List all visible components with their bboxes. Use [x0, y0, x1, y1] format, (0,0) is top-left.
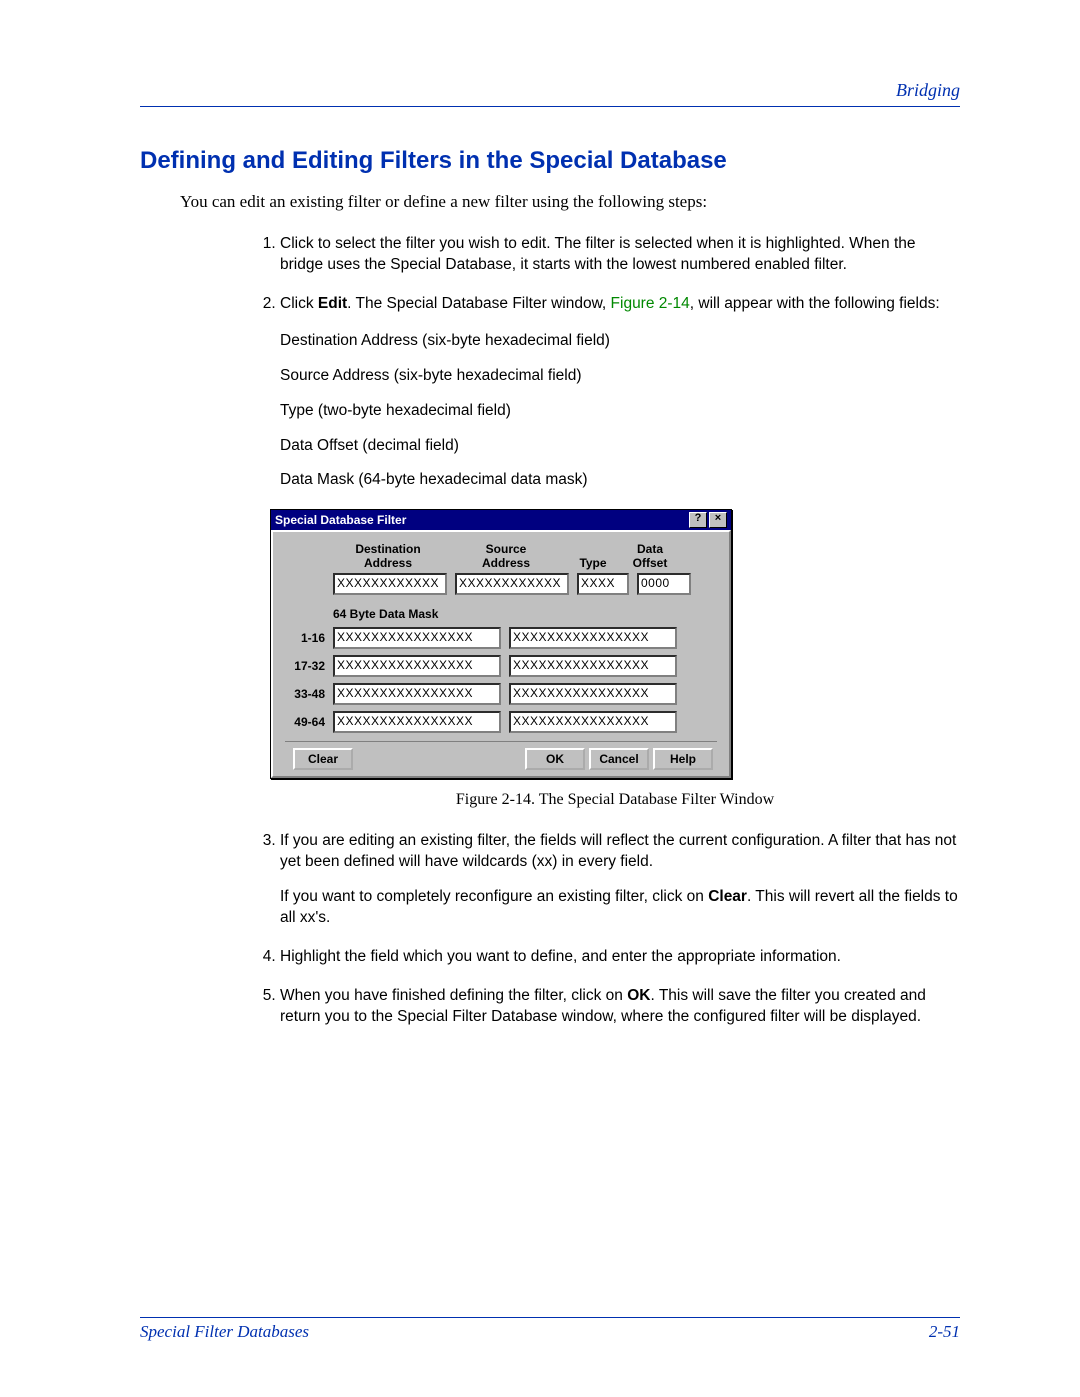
dest-label-1: Destination — [355, 542, 420, 556]
dialog-button-row: Clear OK Cancel Help — [285, 741, 717, 776]
data-offset-field[interactable]: 0000 — [637, 573, 691, 595]
figure-link[interactable]: Figure 2-14 — [611, 295, 690, 312]
mask-row-2: 17-32 XXXXXXXXXXXXXXXX XXXXXXXXXXXXXXXX — [285, 655, 717, 677]
type-field[interactable]: XXXX — [577, 573, 629, 595]
header-section-label: Bridging — [896, 80, 960, 100]
mask-row-4-label: 49-64 — [285, 715, 325, 729]
step-3: If you are editing an existing filter, t… — [280, 831, 960, 929]
field-list: Destination Address (six-byte hexadecima… — [280, 331, 960, 492]
mask-1-16-a[interactable]: XXXXXXXXXXXXXXXX — [333, 627, 501, 649]
dest-address-field[interactable]: XXXXXXXXXXXX — [333, 573, 447, 595]
step-2-text-a: Click — [280, 295, 318, 312]
off-label-2: Offset — [633, 556, 668, 570]
page-footer: Special Filter Databases 2-51 — [140, 1317, 960, 1342]
field-mask: Data Mask (64-byte hexadecimal data mask… — [280, 470, 960, 491]
clear-bold: Clear — [708, 888, 747, 905]
field-src: Source Address (six-byte hexadecimal fie… — [280, 366, 960, 387]
dialog-titlebar: Special Database Filter ? × — [271, 510, 731, 530]
step-2: Click Edit. The Special Database Filter … — [280, 294, 960, 492]
src-label-2: Address — [482, 556, 530, 570]
field-type: Type (two-byte hexadecimal field) — [280, 401, 960, 422]
mask-row-4: 49-64 XXXXXXXXXXXXXXXX XXXXXXXXXXXXXXXX — [285, 711, 717, 733]
mask-17-32-b[interactable]: XXXXXXXXXXXXXXXX — [509, 655, 677, 677]
mask-row-1-label: 1-16 — [285, 631, 325, 645]
step-1: Click to select the filter you wish to e… — [280, 234, 960, 276]
mask-49-64-a[interactable]: XXXXXXXXXXXXXXXX — [333, 711, 501, 733]
dest-label-2: Address — [364, 556, 412, 570]
edit-bold: Edit — [318, 295, 347, 312]
mask-row-1: 1-16 XXXXXXXXXXXXXXXX XXXXXXXXXXXXXXXX — [285, 627, 717, 649]
mask-17-32-a[interactable]: XXXXXXXXXXXXXXXX — [333, 655, 501, 677]
close-icon[interactable]: × — [709, 512, 727, 528]
dialog-title-text: Special Database Filter — [275, 513, 406, 527]
step-1-text: Click to select the filter you wish to e… — [280, 235, 916, 273]
field-dest: Destination Address (six-byte hexadecima… — [280, 331, 960, 352]
mask-33-48-a[interactable]: XXXXXXXXXXXXXXXX — [333, 683, 501, 705]
clear-button[interactable]: Clear — [293, 748, 353, 770]
mask-row-3: 33-48 XXXXXXXXXXXXXXXX XXXXXXXXXXXXXXXX — [285, 683, 717, 705]
field-offset: Data Offset (decimal field) — [280, 436, 960, 457]
dialog-body: DestinationAddress SourceAddress Type Da… — [271, 530, 731, 778]
step-list: Click to select the filter you wish to e… — [250, 234, 960, 491]
step-3-text-b-a: If you want to completely reconfigure an… — [280, 888, 708, 905]
type-label: Type — [579, 556, 606, 570]
help-icon[interactable]: ? — [689, 512, 707, 528]
column-headers: DestinationAddress SourceAddress Type Da… — [285, 542, 717, 570]
mask-33-48-b[interactable]: XXXXXXXXXXXXXXXX — [509, 683, 677, 705]
step-2-text-c: . The Special Database Filter window, — [347, 295, 610, 312]
top-field-row: XXXXXXXXXXXX XXXXXXXXXXXX XXXX 0000 — [285, 573, 717, 595]
source-address-field[interactable]: XXXXXXXXXXXX — [455, 573, 569, 595]
step-4: Highlight the field which you want to de… — [280, 947, 960, 968]
figure-container: Special Database Filter ? × DestinationA… — [270, 509, 960, 809]
mask-section-label: 64 Byte Data Mask — [333, 607, 717, 621]
help-button[interactable]: Help — [653, 748, 713, 770]
intro-text: You can edit an existing filter or defin… — [180, 192, 960, 212]
step-list-continued: If you are editing an existing filter, t… — [250, 831, 960, 1027]
step-5: When you have finished defining the filt… — [280, 986, 960, 1028]
mask-49-64-b[interactable]: XXXXXXXXXXXXXXXX — [509, 711, 677, 733]
page-header: Bridging — [140, 80, 960, 107]
mask-row-2-label: 17-32 — [285, 659, 325, 673]
cancel-button[interactable]: Cancel — [589, 748, 649, 770]
step-4-text: Highlight the field which you want to de… — [280, 948, 841, 965]
ok-button[interactable]: OK — [525, 748, 585, 770]
footer-left: Special Filter Databases — [140, 1322, 309, 1342]
section-title: Defining and Editing Filters in the Spec… — [140, 147, 960, 175]
step-2-text-e: , will appear with the following fields: — [690, 295, 940, 312]
step-3-text-a: If you are editing an existing filter, t… — [280, 832, 956, 870]
off-label-1: Data — [637, 542, 663, 556]
footer-page-number: 2-51 — [929, 1322, 960, 1342]
mask-1-16-b[interactable]: XXXXXXXXXXXXXXXX — [509, 627, 677, 649]
src-label-1: Source — [486, 542, 527, 556]
step-5-text-a: When you have finished defining the filt… — [280, 987, 627, 1004]
mask-row-3-label: 33-48 — [285, 687, 325, 701]
ok-bold: OK — [627, 987, 650, 1004]
dialog-window: Special Database Filter ? × DestinationA… — [270, 509, 732, 779]
figure-caption: Figure 2-14. The Special Database Filter… — [270, 791, 960, 809]
